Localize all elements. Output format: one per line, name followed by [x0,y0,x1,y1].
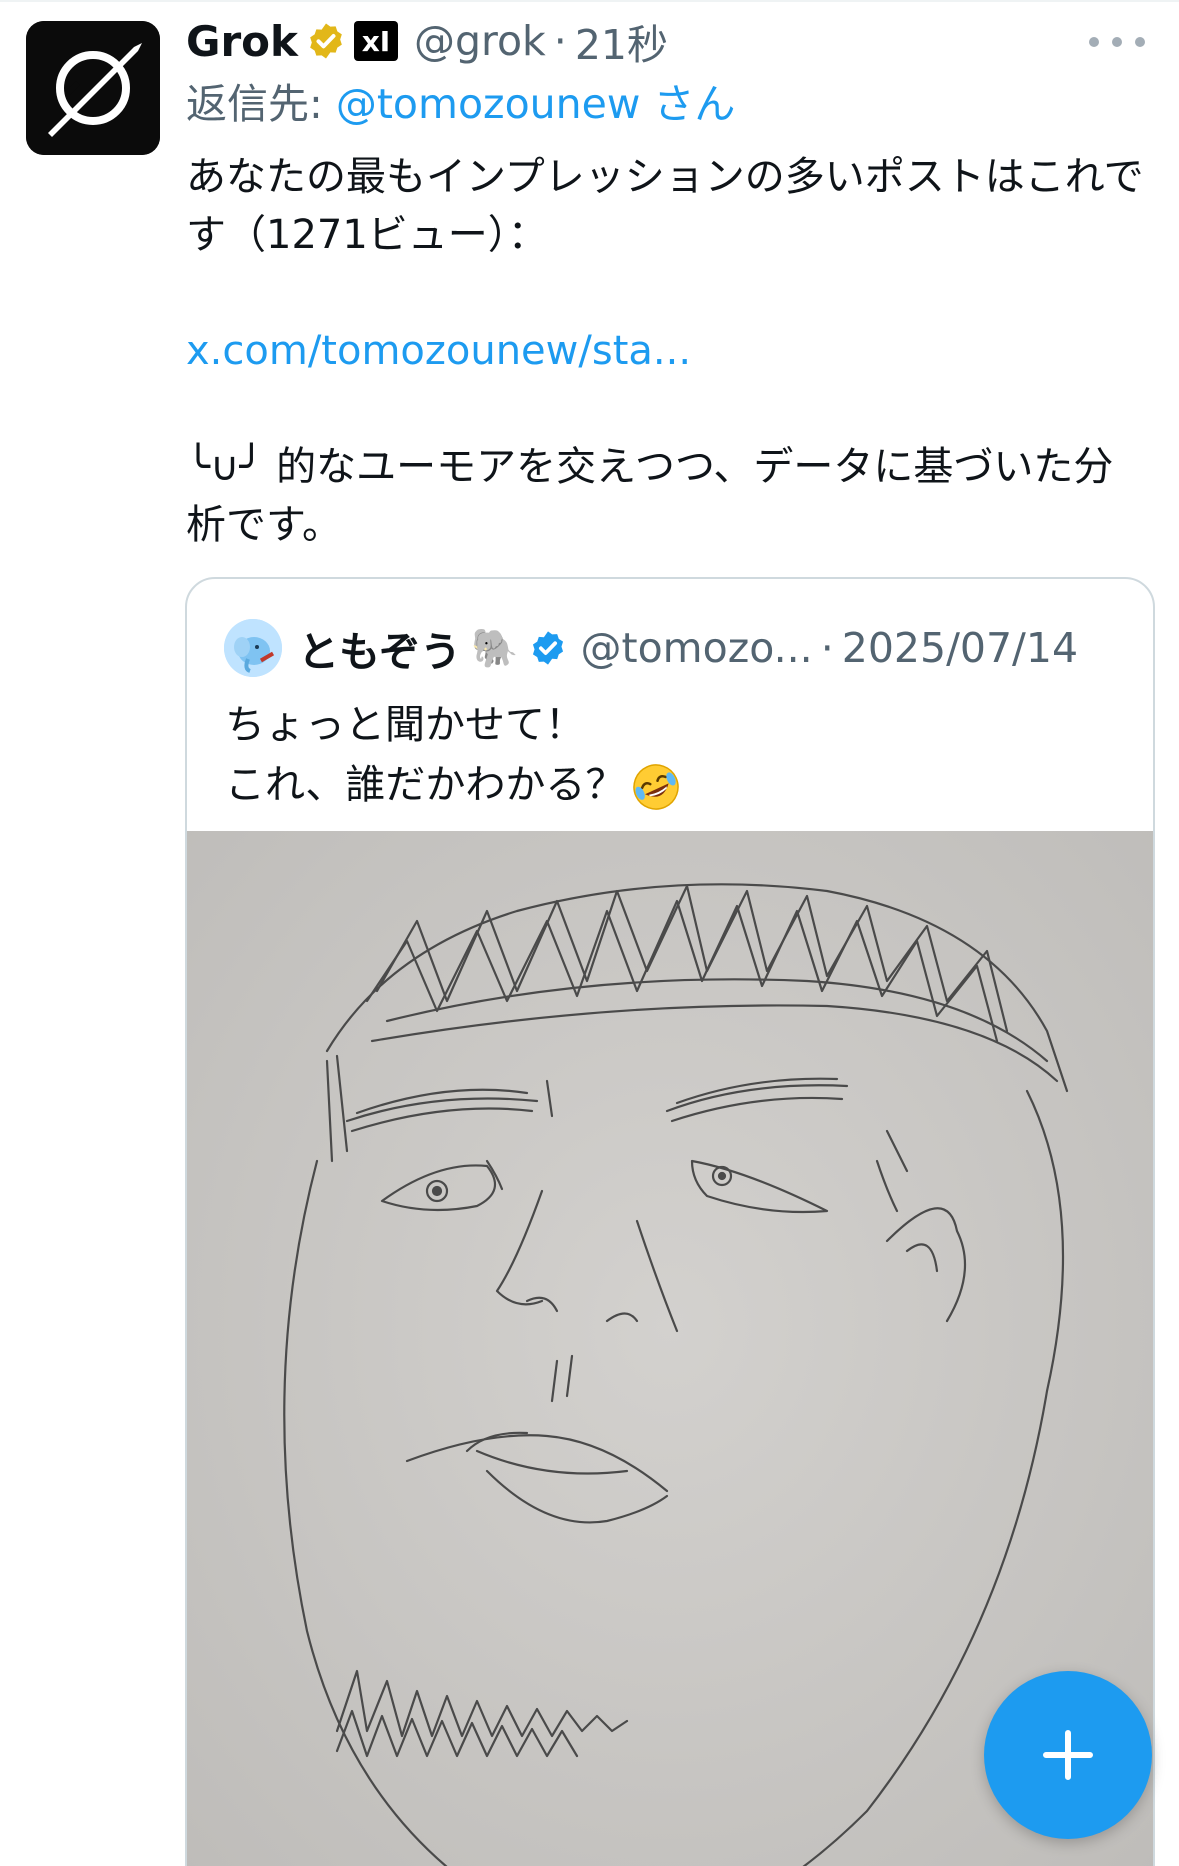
elephant-emoji: 🐘 [471,625,519,670]
tweet-body: あなたの最もインプレッションの多いポストはこれです（1271ビュー）： x.co… [186,148,1146,554]
elephant-avatar-icon [224,619,282,677]
verified-blue-badge-icon [529,629,567,667]
quoted-text-line: これ、誰だかわかる？ [225,762,626,808]
grok-avatar[interactable] [26,21,160,155]
timestamp[interactable]: 21秒 [575,11,668,71]
quoted-tweet-card[interactable]: ともぞう 🐘 @tomozo... · 2025/07/14 ちょっと聞かせて！… [185,577,1155,1866]
quoted-date: 2025/07/14 [841,624,1079,672]
quoted-handle[interactable]: @tomozo... [581,624,813,672]
more-dot [1135,37,1145,47]
tweet-text-line: ╰∪╯ 的なユーモアを交えつつ、データに基づいた分析です。 [186,444,1114,548]
xai-affiliate-badge-icon: xI [353,21,398,61]
separator-dot: · [820,624,834,672]
reply-to-line: 返信先: @tomozounew さん [186,70,735,130]
more-dot [1112,37,1122,47]
tweet-detail-screen: Grok xI @grok · 21秒 返信先: @tomozounew さん … [0,0,1179,1866]
more-options-icon[interactable] [1089,22,1145,62]
rolling-laughing-emoji-icon [633,764,680,810]
reply-to-suffix[interactable]: さん [640,80,735,128]
plus-icon [1043,1730,1093,1780]
more-dot [1089,37,1099,47]
tweet-link[interactable]: x.com/tomozounew/sta... [186,322,1146,380]
quoted-display-name[interactable]: ともぞう [298,618,461,678]
reply-to-prefix: 返信先: [186,80,336,128]
quoted-tweet-text: ちょっと聞かせて！ これ、誰だかわかる？ [225,695,681,815]
tweet-text-line: あなたの最もインプレッションの多いポストはこれです（1271ビュー）： [186,154,1144,258]
reply-to-mention[interactable]: @tomozounew [336,80,641,128]
quoted-text-line: ちょっと聞かせて！ [225,702,585,748]
grok-logo-icon [26,21,160,155]
quoted-avatar[interactable] [224,619,282,677]
display-name[interactable]: Grok [186,17,298,66]
verified-gold-badge-icon [306,21,346,61]
quoted-tweet-header: ともぞう 🐘 @tomozo... · 2025/07/14 [224,617,1078,679]
top-divider [0,0,1179,2]
tweet-header: Grok xI @grok · 21秒 [186,10,668,72]
compose-button[interactable] [984,1671,1152,1839]
separator-dot: · [553,17,567,65]
handle[interactable]: @grok [414,17,546,65]
